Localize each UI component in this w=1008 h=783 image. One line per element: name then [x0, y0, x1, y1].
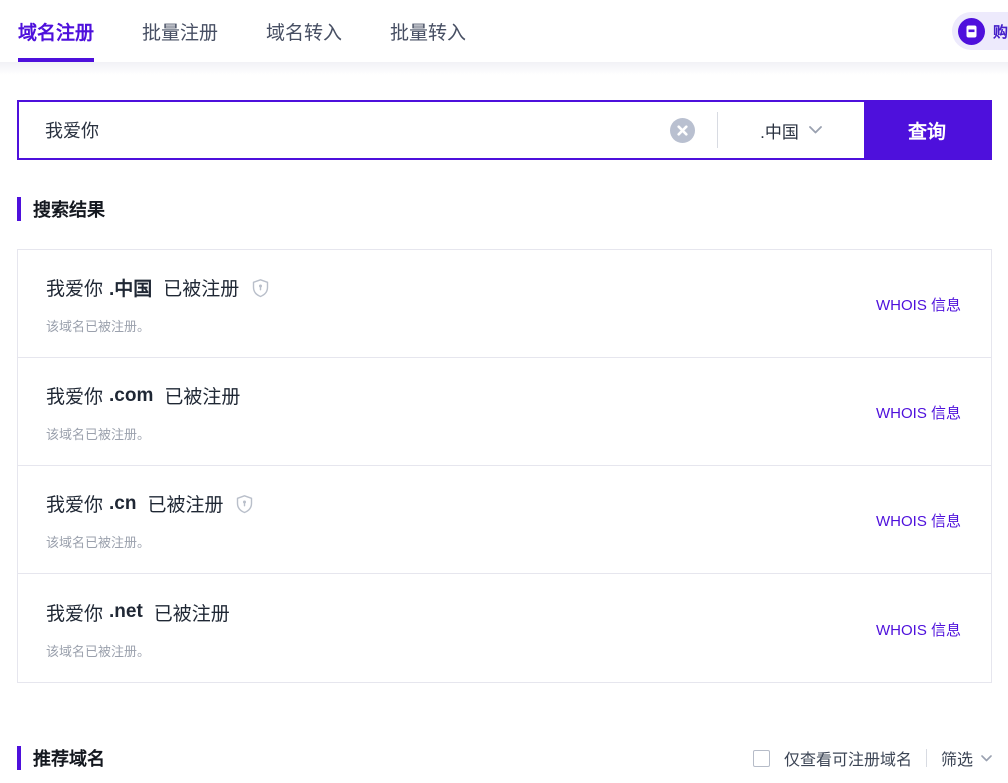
whois-info-link[interactable]: WHOIS 信息 — [876, 619, 961, 640]
result-description: 该域名已被注册。 — [46, 424, 240, 443]
search-query-button[interactable]: 查询 — [864, 102, 990, 158]
top-tab-bar: 域名注册 批量注册 域名转入 批量转入 购买清单 — [0, 0, 1008, 62]
purchase-list-icon — [958, 18, 985, 45]
shield-icon — [251, 278, 270, 298]
only-registrable-checkbox[interactable] — [753, 750, 770, 767]
result-description: 该域名已被注册。 — [46, 316, 270, 335]
result-info: 我爱你 .net 已被注册 该域名已被注册。 — [46, 599, 230, 660]
search-results-header: 搜索结果 — [17, 196, 992, 222]
result-row: 我爱你 .com 已被注册 该域名已被注册。 WHOIS 信息 — [18, 358, 991, 466]
result-domain-line: 我爱你 .net 已被注册 — [46, 599, 230, 626]
tld-select[interactable]: .中国 — [718, 118, 864, 143]
domain-name: 我爱你 — [46, 490, 103, 517]
shield-icon — [235, 494, 254, 514]
recommend-header: 推荐域名 仅查看可注册域名 筛选 — [17, 745, 992, 771]
domain-status: 已被注册 — [164, 382, 240, 409]
chevron-down-icon — [809, 126, 822, 134]
whois-info-link[interactable]: WHOIS 信息 — [876, 510, 961, 531]
chevron-down-icon — [981, 755, 992, 762]
controls-divider — [926, 749, 927, 767]
header-shadow-band — [0, 62, 1008, 75]
result-domain-line: 我爱你 .cn 已被注册 — [46, 490, 254, 517]
filter-dropdown[interactable]: 筛选 — [941, 746, 992, 770]
purchase-list-button[interactable]: 购买清单 — [952, 12, 1008, 50]
result-info: 我爱你 .com 已被注册 该域名已被注册。 — [46, 382, 240, 443]
search-results-title: 搜索结果 — [17, 196, 105, 222]
domain-status: 已被注册 — [154, 599, 230, 626]
domain-tld: .cn — [109, 493, 136, 515]
recommend-controls: 仅查看可注册域名 筛选 — [753, 746, 992, 770]
filter-label: 筛选 — [941, 746, 973, 770]
tab-batch-transfer-in[interactable]: 批量转入 — [390, 0, 466, 62]
results-list: 我爱你.中国 已被注册 该域名已被注册。 WHOIS 信息 我爱你.co — [18, 250, 991, 682]
whois-info-link[interactable]: WHOIS 信息 — [876, 402, 961, 423]
result-description: 该域名已被注册。 — [46, 532, 254, 551]
domain-tld: .com — [109, 385, 153, 407]
result-info: 我爱你.中国 已被注册 该域名已被注册。 — [46, 274, 270, 335]
tld-selected-value: .中国 — [760, 118, 799, 143]
result-domain-line: 我爱你.中国 已被注册 — [46, 274, 270, 301]
result-description: 该域名已被注册。 — [46, 641, 230, 660]
domain-tld: .中国 — [109, 274, 152, 301]
result-domain-line: 我爱你 .com 已被注册 — [46, 382, 240, 409]
only-registrable-label[interactable]: 仅查看可注册域名 — [784, 746, 912, 770]
search-field-area: .中国 — [19, 102, 864, 158]
nav-tabs: 域名注册 批量注册 域名转入 批量转入 — [18, 0, 466, 62]
purchase-list-label: 购买清单 — [993, 21, 1008, 42]
domain-name: 我爱你 — [46, 599, 103, 626]
tab-domain-transfer-in[interactable]: 域名转入 — [266, 0, 342, 62]
search-results-card: 我爱你.中国 已被注册 该域名已被注册。 WHOIS 信息 我爱你.co — [17, 249, 992, 683]
result-info: 我爱你 .cn 已被注册 该域名已被注册。 — [46, 490, 254, 551]
recommend-title: 推荐域名 — [17, 745, 105, 771]
domain-search-input[interactable] — [45, 120, 670, 141]
domain-search-bar: .中国 查询 — [17, 100, 992, 160]
tab-batch-register[interactable]: 批量注册 — [142, 0, 218, 62]
result-row: 我爱你.中国 已被注册 该域名已被注册。 WHOIS 信息 — [18, 250, 991, 358]
domain-name: 我爱你 — [46, 274, 103, 301]
whois-info-link[interactable]: WHOIS 信息 — [876, 294, 961, 315]
domain-tld: .net — [109, 601, 143, 623]
domain-status: 已被注册 — [163, 274, 239, 301]
clear-input-icon[interactable] — [670, 118, 695, 143]
domain-status: 已被注册 — [147, 490, 223, 517]
tab-domain-register[interactable]: 域名注册 — [18, 0, 94, 62]
domain-name: 我爱你 — [46, 382, 103, 409]
result-row: 我爱你 .cn 已被注册 该域名已被注册。 WHOIS 信息 — [18, 466, 991, 574]
result-row: 我爱你 .net 已被注册 该域名已被注册。 WHOIS 信息 — [18, 574, 991, 682]
